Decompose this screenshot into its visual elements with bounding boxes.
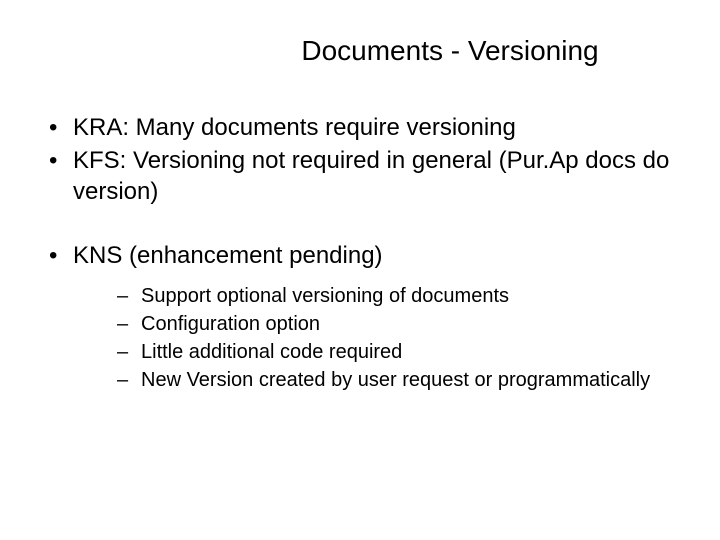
main-bullet-list: KRA: Many documents require versioning K… <box>45 112 675 208</box>
sub-bullet-list: Support optional versioning of documents… <box>113 283 675 394</box>
bullet-item: KRA: Many documents require versioning <box>45 112 675 143</box>
bullet-item: KNS (enhancement pending) Support option… <box>45 240 675 394</box>
spacer <box>45 210 675 240</box>
bullet-item: KFS: Versioning not required in general … <box>45 145 675 207</box>
sub-bullet-item: New Version created by user request or p… <box>113 367 675 394</box>
sub-bullet-item: Support optional versioning of documents <box>113 283 675 310</box>
main-bullet-list-2: KNS (enhancement pending) Support option… <box>45 240 675 394</box>
slide-title: Documents - Versioning <box>225 35 675 67</box>
sub-bullet-item: Configuration option <box>113 311 675 338</box>
sub-bullet-item: Little additional code required <box>113 339 675 366</box>
bullet-text: KNS (enhancement pending) <box>73 242 383 269</box>
